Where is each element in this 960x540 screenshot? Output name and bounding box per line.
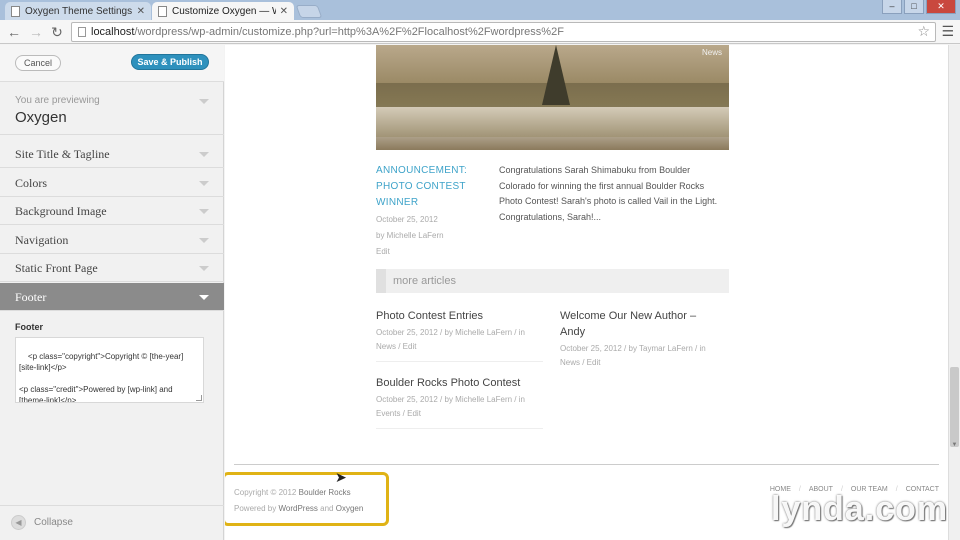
- post-title[interactable]: Photo Contest Entries: [376, 308, 483, 324]
- mouse-cursor-icon: ➤: [335, 469, 347, 485]
- window-controls: – □ ✕: [882, 0, 956, 14]
- tab-strip: Oxygen Theme Settings « B ✕ Customize Ox…: [0, 0, 960, 20]
- scroll-thumb[interactable]: [950, 367, 959, 447]
- post-title[interactable]: Boulder Rocks Photo Contest: [376, 375, 520, 391]
- theme-name: Oxygen: [15, 109, 67, 126]
- announcement-author[interactable]: by Michelle LaFern: [376, 231, 444, 240]
- post-meta-category[interactable]: News / Edit: [376, 339, 416, 355]
- collapse-button[interactable]: ◀ Collapse: [0, 505, 224, 540]
- page-icon: [78, 27, 86, 37]
- image-tree: [542, 45, 570, 105]
- resize-handle-icon[interactable]: [196, 395, 202, 401]
- new-tab-button[interactable]: [295, 5, 323, 18]
- page-icon: [11, 5, 20, 17]
- section-label: Background Image: [15, 204, 107, 218]
- section-site-title[interactable]: Site Title & Tagline: [0, 140, 224, 168]
- close-icon[interactable]: ✕: [280, 6, 288, 17]
- announcement-excerpt: Congratulations Sarah Shimabuku from Bou…: [499, 165, 718, 222]
- chevron-down-icon: [199, 181, 209, 186]
- chevron-down-icon: [199, 152, 209, 157]
- address-bar[interactable]: localhost/wordpress/wp-admin/customize.p…: [71, 22, 936, 42]
- bookmark-star-icon[interactable]: ☆: [917, 23, 930, 40]
- page-icon: [158, 5, 167, 17]
- section-label: Colors: [15, 176, 48, 190]
- section-label: Footer: [15, 290, 47, 304]
- tab-title: Oxygen Theme Settings « B: [25, 5, 133, 17]
- site-preview: News ANNOUNCEMENT: PHOTO CONTEST WINNER …: [225, 45, 948, 540]
- customizer-header: Cancel Save & Publish: [0, 45, 224, 82]
- footer-highlight-box: [225, 472, 389, 526]
- announcement-date: October 25, 2012: [376, 215, 438, 224]
- browser-toolbar: ← → ↻ localhost/wordpress/wp-admin/custo…: [0, 20, 960, 44]
- close-window-icon[interactable]: ✕: [926, 0, 956, 14]
- section-navigation[interactable]: Navigation: [0, 226, 224, 254]
- lynda-watermark: lynda.com: [771, 490, 949, 528]
- footer-textarea-value: <p class="copyright">Copyright © [the-ye…: [19, 352, 184, 403]
- theme-info[interactable]: You are previewing Oxygen: [0, 83, 224, 135]
- scroll-down-icon[interactable]: ▼: [950, 441, 959, 450]
- chevron-down-icon: [199, 266, 209, 271]
- arrow-left-icon: ◀: [11, 515, 26, 530]
- post-divider: [376, 428, 543, 429]
- collapse-label: Collapse: [34, 517, 73, 528]
- footer-divider: [234, 464, 939, 465]
- footer-field-label: Footer: [15, 322, 43, 332]
- chevron-down-icon: [199, 238, 209, 243]
- minimize-icon[interactable]: –: [882, 0, 902, 14]
- announcement-edit-link[interactable]: Edit: [376, 247, 390, 256]
- post-meta-category[interactable]: Events / Edit: [376, 406, 421, 422]
- section-label: Navigation: [15, 233, 69, 247]
- section-label: Site Title & Tagline: [15, 147, 110, 161]
- forward-icon[interactable]: →: [27, 23, 45, 41]
- tab-title: Customize Oxygen — Wor: [172, 5, 276, 17]
- category-badge[interactable]: News: [702, 48, 722, 57]
- announcement-title[interactable]: ANNOUNCEMENT: PHOTO CONTEST WINNER: [376, 163, 467, 211]
- chevron-down-icon: [199, 209, 209, 214]
- cancel-button[interactable]: Cancel: [15, 55, 61, 71]
- section-static-front-page[interactable]: Static Front Page: [0, 254, 224, 282]
- chevron-down-icon: [199, 99, 209, 104]
- reload-icon[interactable]: ↻: [48, 23, 66, 41]
- tab-theme-settings[interactable]: Oxygen Theme Settings « B ✕: [5, 2, 151, 20]
- section-colors[interactable]: Colors: [0, 169, 224, 197]
- featured-image[interactable]: News: [376, 45, 729, 150]
- section-footer[interactable]: Footer: [0, 283, 224, 311]
- customizer-sidebar: Cancel Save & Publish You are previewing…: [0, 45, 224, 540]
- tab-customize[interactable]: Customize Oxygen — Wor ✕: [152, 2, 294, 20]
- close-icon[interactable]: ✕: [137, 6, 145, 17]
- back-icon[interactable]: ←: [5, 23, 23, 41]
- chevron-down-icon: [199, 295, 209, 300]
- preview-scrollbar[interactable]: ▼: [948, 45, 960, 540]
- maximize-icon[interactable]: □: [904, 0, 924, 14]
- post-divider: [376, 361, 543, 362]
- section-label: Static Front Page: [15, 261, 98, 275]
- menu-icon[interactable]: ☰: [941, 23, 954, 40]
- post-title[interactable]: Welcome Our New Author – Andy: [560, 308, 720, 340]
- more-articles-bar: more articles: [376, 269, 729, 293]
- previewing-label: You are previewing: [15, 95, 100, 106]
- section-background-image[interactable]: Background Image: [0, 197, 224, 225]
- address-path: /wordpress/wp-admin/customize.php?url=ht…: [134, 26, 564, 38]
- post-meta-category[interactable]: News / Edit: [560, 355, 600, 371]
- image-water: [376, 107, 729, 137]
- footer-textarea[interactable]: <p class="copyright">Copyright © [the-ye…: [15, 337, 204, 403]
- save-publish-button[interactable]: Save & Publish: [131, 54, 209, 70]
- address-host: localhost: [91, 26, 135, 38]
